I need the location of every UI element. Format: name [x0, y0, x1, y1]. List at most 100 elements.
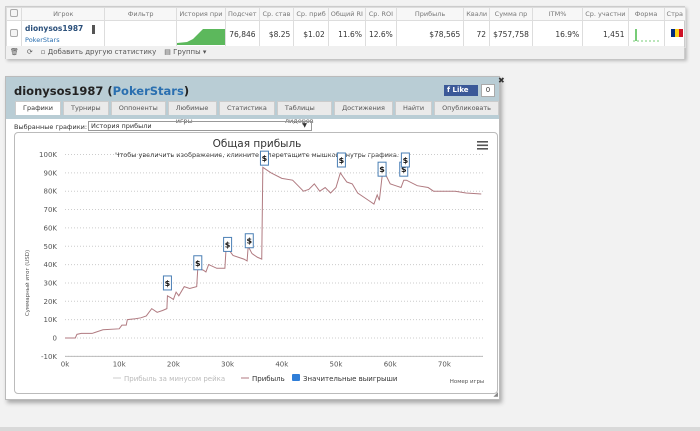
avg-stake-cell: $8.25: [258, 20, 295, 48]
legend-item-big-wins[interactable]: Значительные выигрыши: [292, 374, 397, 383]
bottom-bar: [0, 427, 700, 431]
tab-find[interactable]: Найти: [394, 101, 433, 115]
col-header[interactable]: Форма: [627, 7, 665, 21]
col-header[interactable]: История при: [175, 7, 226, 21]
form-sparkline: [627, 20, 665, 48]
avg-entrants-cell: 1,451: [582, 20, 629, 48]
phone-icon: [92, 25, 95, 34]
x-tick-label: 20k: [167, 360, 181, 368]
col-header[interactable]: Игрок: [20, 7, 106, 21]
avg-profit-cell: $1.02: [293, 20, 329, 48]
y-tick-label: 0: [53, 335, 57, 343]
country-flag-icon: [663, 20, 687, 48]
stats-table-panel: Игрок Фильтр История при Подсчет Ср. ста…: [5, 6, 687, 59]
col-header[interactable]: Прибыль: [395, 7, 465, 21]
avg-roi-cell: 12.6%: [364, 20, 397, 48]
add-stat-button[interactable]: ▫ Добавить другую статистику: [41, 48, 157, 57]
close-icon[interactable]: ✖: [498, 76, 505, 85]
profit-series-line: [65, 166, 482, 339]
y-tick-label: 100K: [39, 151, 57, 159]
tab-achievements[interactable]: Достижения: [334, 101, 393, 115]
quali-cell: 72: [463, 20, 491, 48]
col-header[interactable]: Квали: [463, 7, 491, 21]
groups-button[interactable]: ▤ Группы ▾: [164, 48, 206, 57]
legend-item-profit[interactable]: Прибыль: [241, 375, 285, 383]
y-tick-label: 30K: [44, 279, 58, 287]
groups-label: Группы ▾: [173, 48, 207, 56]
chart-title: Общая прибыль: [213, 138, 302, 150]
profit-cell: $78,565: [395, 20, 465, 48]
tab-favorite-games[interactable]: Любимые игры: [167, 101, 218, 125]
trash-icon[interactable]: 🗑: [10, 48, 19, 57]
col-header[interactable]: Общий RI: [327, 7, 366, 21]
row-select-cell[interactable]: [6, 20, 22, 48]
big-win-marker-label: $: [195, 259, 201, 268]
facebook-like-button[interactable]: f Like: [444, 85, 478, 96]
x-tick-label: 60k: [384, 360, 398, 368]
chart-select-label: Выбранные графики:: [14, 123, 88, 131]
x-axis-label: Номер игры: [450, 379, 485, 385]
y-tick-label: 10K: [44, 316, 58, 324]
table-toolbar: 🗑 ⟳ ▫ Добавить другую статистику ▤ Групп…: [6, 46, 684, 59]
tab-statistics[interactable]: Статистика: [219, 101, 275, 115]
col-header[interactable]: Ср. приб: [293, 7, 329, 21]
chart-select[interactable]: История прибыли ▼: [88, 121, 312, 131]
sum-cell: $757,758: [489, 20, 533, 48]
x-tick-label: 40k: [275, 360, 289, 368]
legend-item-net-profit[interactable]: Прибыль за минусом рейка: [113, 375, 225, 383]
refresh-icon[interactable]: ⟳: [27, 48, 33, 57]
y-tick-label: 70K: [44, 206, 58, 214]
row-checkbox[interactable]: [10, 29, 18, 37]
filter-cell[interactable]: [104, 20, 177, 48]
col-header[interactable]: Стра: [663, 7, 687, 21]
history-sparkline: [175, 20, 226, 48]
menu-icon[interactable]: [477, 141, 488, 150]
like-label: Like: [452, 86, 469, 94]
big-win-marker-label: $: [225, 240, 231, 249]
popup-header: dionysos1987 (PokerStars) f Like 0 ✖ Гра…: [6, 76, 505, 125]
y-tick-label: -10K: [41, 353, 57, 361]
tab-charts[interactable]: Графики: [15, 101, 62, 115]
table-row[interactable]: dionysos1987 PokerStars 76,846 $8.25 $1.…: [6, 20, 687, 48]
resize-handle[interactable]: ◢: [493, 391, 498, 398]
select-all-checkbox[interactable]: [10, 9, 18, 17]
big-win-marker-label: $: [379, 165, 385, 174]
player-cell: dionysos1987 PokerStars: [20, 20, 106, 48]
table-header-row: Игрок Фильтр История при Подсчет Ср. ста…: [6, 7, 687, 21]
popup-site-link[interactable]: PokerStars: [113, 84, 184, 98]
x-tick-label: 30k: [221, 360, 235, 368]
site-link[interactable]: PokerStars: [25, 36, 101, 44]
chart-svg[interactable]: Общая прибыль Чтобы увеличить изображени…: [15, 133, 499, 395]
y-tick-label: 50K: [44, 243, 58, 251]
player-link[interactable]: dionysos1987: [25, 24, 101, 33]
y-tick-label: 20K: [44, 298, 58, 306]
legend-label: Прибыль: [252, 375, 285, 383]
col-header[interactable]: Подсчет: [224, 7, 260, 21]
popup-player: dionysos1987: [14, 84, 104, 98]
tab-tournaments[interactable]: Турниры: [63, 101, 109, 115]
col-header[interactable]: Ср. ROI: [364, 7, 397, 21]
col-header[interactable]: Ср. став: [258, 7, 295, 21]
col-header[interactable]: Сумма пр: [489, 7, 533, 21]
y-tick-label: 40K: [44, 261, 58, 269]
x-tick-label: 0k: [61, 360, 70, 368]
tab-opponents[interactable]: Оппоненты: [110, 101, 166, 115]
count-cell: 76,846: [224, 20, 260, 48]
total-roi-cell: 11.6%: [327, 20, 366, 48]
tab-leaderboards[interactable]: Таблицы лидеров: [276, 101, 333, 125]
x-tick-label: 70k: [438, 360, 452, 368]
y-tick-label: 60K: [44, 224, 58, 232]
big-win-marker-label: $: [246, 237, 252, 246]
col-header[interactable]: ITM%: [531, 7, 584, 21]
col-header[interactable]: Ср. участни: [582, 7, 629, 21]
player-popup: dionysos1987 (PokerStars) f Like 0 ✖ Гра…: [5, 76, 505, 400]
add-stat-label: Добавить другую статистику: [47, 48, 157, 56]
dropdown-arrow-icon: ▼: [302, 122, 307, 129]
tab-publish[interactable]: Опубликовать: [434, 101, 499, 115]
y-tick-label: 90K: [44, 169, 58, 177]
select-all-cell[interactable]: [6, 7, 22, 21]
y-axis-label: Суммарный итог (USD): [24, 250, 31, 316]
col-header[interactable]: Фильтр: [104, 7, 177, 21]
x-tick-label: 50k: [330, 360, 344, 368]
profit-chart[interactable]: Общая прибыль Чтобы увеличить изображени…: [14, 132, 498, 394]
